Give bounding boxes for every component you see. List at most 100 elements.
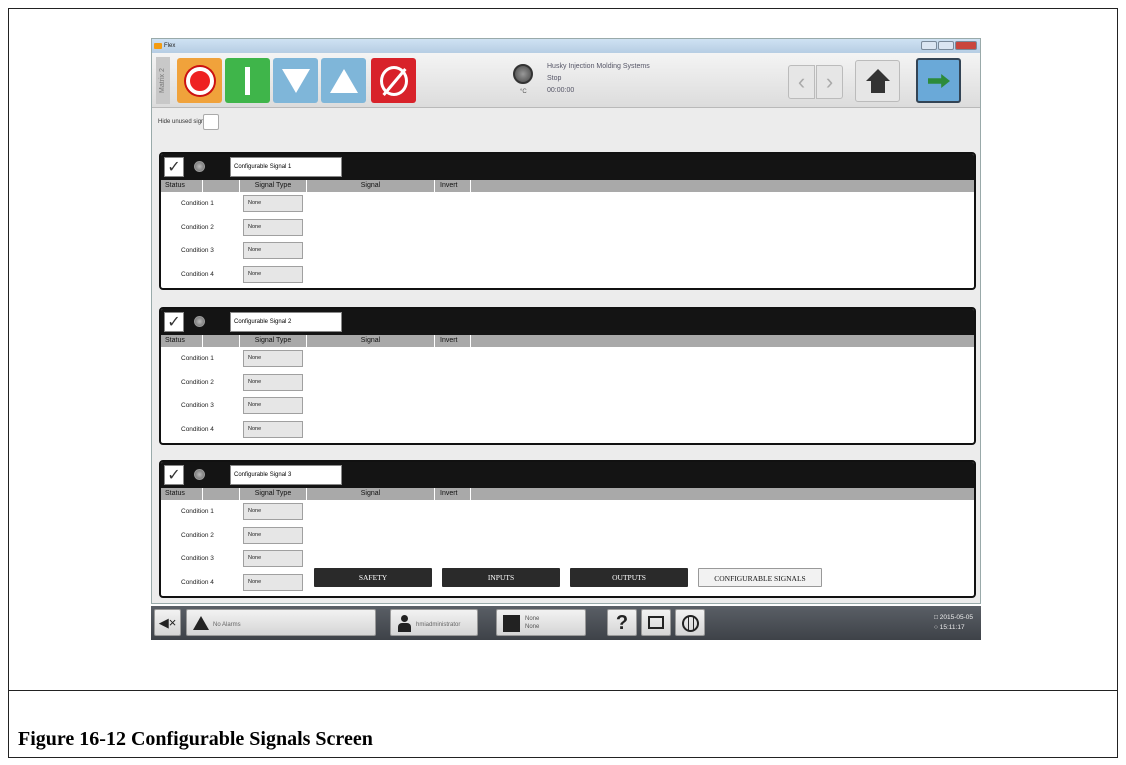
mold-disable-button[interactable] [371, 58, 416, 103]
home-icon-walls [871, 81, 885, 93]
invert-column-header: Invert [435, 180, 471, 192]
start-button[interactable] [225, 58, 270, 103]
invert-column-header: Invert [435, 335, 471, 347]
mold-button[interactable]: None None [496, 609, 586, 636]
matrix-tab[interactable]: Matrix 2 [156, 57, 170, 104]
signal-type-button[interactable]: None [243, 218, 303, 236]
signal-type-button[interactable]: None [243, 242, 303, 259]
hide-unused-checkbox[interactable] [203, 114, 219, 130]
app-window: Flex Matrix 2 °C Husky Injection Molding… [151, 38, 981, 604]
status-lines: Husky Injection Molding Systems Stop 00:… [547, 61, 650, 97]
tab-outputs[interactable]: OUTPUTS [570, 568, 688, 587]
condition-row: Condition 1 None [161, 350, 974, 367]
condition-row: Condition 4 None [161, 265, 974, 283]
down-triangle-icon [281, 68, 310, 93]
column-header: Status Signal Type Signal Invert [161, 488, 974, 500]
condition-row: Condition 1 None [161, 503, 974, 520]
machine-state: Stop [547, 75, 562, 82]
signal-type-button[interactable]: None [243, 350, 303, 367]
tab-inputs[interactable]: INPUTS [442, 568, 560, 587]
status-bar: ◀× No Alarms hmiadministrator None None … [151, 606, 981, 640]
status-column-header: Status [163, 335, 203, 347]
status-column-header: Status [163, 488, 203, 500]
condition-label: Condition 1 [181, 355, 214, 362]
alarm-warning-icon [193, 616, 209, 630]
home-button[interactable] [855, 60, 900, 102]
blank-column-header [203, 180, 240, 192]
transfer-button[interactable] [916, 58, 961, 103]
signal-name-input[interactable]: Configurable Signal 3 [230, 465, 342, 485]
user-button[interactable]: hmiadministrator [390, 609, 478, 636]
mold-line1: None [525, 616, 540, 622]
forward-button[interactable]: › [816, 65, 843, 99]
enable-checkbox[interactable]: ✓ [164, 157, 184, 177]
raise-button[interactable] [321, 58, 366, 103]
stop-button[interactable] [177, 58, 222, 103]
help-button[interactable]: ? [607, 609, 637, 636]
company-name: Husky Injection Molding Systems [547, 63, 650, 70]
tab-configurable-signals[interactable]: CONFIGURABLE SIGNALS [698, 568, 822, 587]
date-text: 2015-05-05 [939, 614, 973, 621]
signal-type-button[interactable]: None [243, 526, 303, 544]
signal-type-button[interactable]: None [243, 195, 303, 212]
mute-button[interactable]: ◀× [154, 609, 181, 636]
tab-safety[interactable]: SAFETY [314, 568, 432, 587]
condition-row: Condition 2 None [161, 218, 974, 236]
window-title: Flex [164, 43, 176, 49]
enable-checkbox[interactable]: ✓ [164, 312, 184, 332]
time-text: 15:11:17 [939, 624, 965, 631]
lower-button[interactable] [273, 58, 318, 103]
signal-panel: ✓ Configurable Signal 1 Status Signal Type S… [159, 152, 976, 290]
chevron-left-icon: ‹ [797, 69, 806, 94]
condition-row: Condition 4 None [161, 420, 974, 438]
condition-label: Condition 4 [181, 425, 214, 433]
back-button[interactable]: ‹ [788, 65, 815, 99]
screenshot-icon [648, 616, 664, 629]
condition-label: Condition 3 [181, 247, 214, 254]
globe-icon [682, 615, 699, 632]
condition-row: Condition 2 None [161, 373, 974, 391]
alarms-button[interactable]: No Alarms [186, 609, 376, 636]
signal-name-input[interactable]: Configurable Signal 2 [230, 312, 342, 332]
signal-status-led-icon [194, 469, 205, 480]
signal-type-button[interactable]: None [243, 397, 303, 414]
main-toolbar: Matrix 2 °C Husky Injection Molding Syst… [152, 53, 980, 108]
user-icon [401, 615, 408, 622]
cycle-time: 00:00:00 [547, 87, 575, 94]
checkmark-icon: ✓ [167, 467, 181, 484]
date-time: □ 2015-05-05 ○ 15:11:17 [934, 613, 973, 633]
window-controls [921, 41, 977, 50]
maximize-button[interactable] [938, 41, 954, 50]
condition-label: Condition 3 [181, 555, 214, 562]
close-button[interactable] [955, 41, 977, 50]
machine-status: °C Husky Injection Molding Systems Stop … [507, 58, 757, 103]
app-logo-icon [154, 43, 162, 49]
checkmark-icon: ✓ [167, 159, 181, 176]
blank-column-header [203, 335, 240, 347]
screenshot-button[interactable] [641, 609, 671, 636]
signal-type-column-header: Signal Type [240, 335, 307, 347]
language-button[interactable] [675, 609, 705, 636]
condition-label: Condition 2 [181, 531, 214, 539]
minimize-button[interactable] [921, 41, 937, 50]
hide-unused-row: Hide unused signals [158, 114, 219, 130]
user-name: hmiadministrator [416, 622, 461, 628]
condition-row: Condition 3 None [161, 397, 974, 414]
mold-line2: None [525, 624, 540, 630]
signal-name-input[interactable]: Configurable Signal 1 [230, 157, 342, 177]
signal-type-button[interactable]: None [243, 265, 303, 283]
panel-header: ✓ Configurable Signal 3 [161, 462, 974, 488]
title-bar: Flex [152, 39, 980, 53]
user-icon-body [398, 623, 411, 632]
condition-label: Condition 4 [181, 270, 214, 278]
signal-status-led-icon [194, 316, 205, 327]
signal-column-header: Signal [307, 488, 435, 500]
condition-row: Condition 3 None [161, 242, 974, 259]
signal-type-button[interactable]: None [243, 420, 303, 438]
signal-type-column-header: Signal Type [240, 180, 307, 192]
signal-type-button[interactable]: None [243, 373, 303, 391]
enable-checkbox[interactable]: ✓ [164, 465, 184, 485]
status-column-header: Status [163, 180, 203, 192]
condition-row: Condition 1 None [161, 195, 974, 212]
signal-type-button[interactable]: None [243, 503, 303, 520]
